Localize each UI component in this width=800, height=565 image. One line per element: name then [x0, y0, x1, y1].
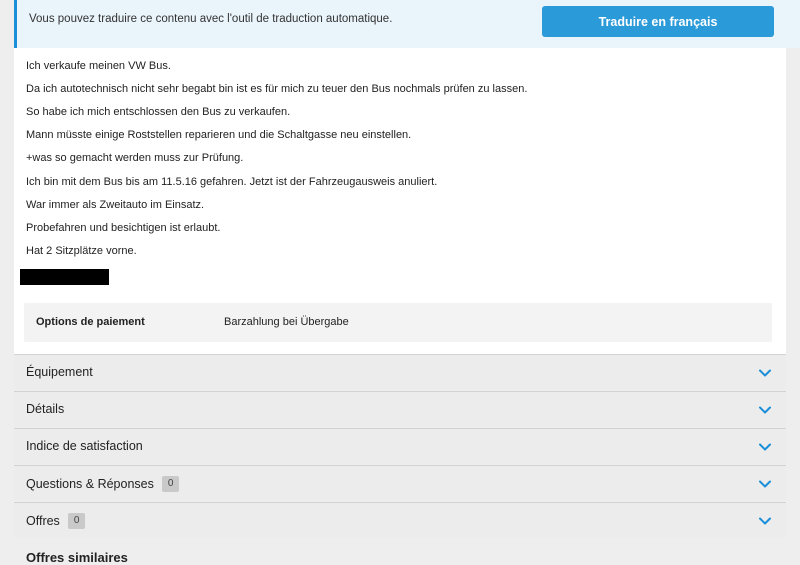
- section-satisfaction[interactable]: Indice de satisfaction: [14, 428, 786, 464]
- listing-description: Ich verkaufe meinen VW Bus. Da ich autot…: [14, 48, 786, 354]
- chevron-down-icon[interactable]: [758, 514, 772, 528]
- similar-offers-heading: Offres similaires: [26, 550, 128, 565]
- payment-options-label: Options de paiement: [36, 316, 145, 328]
- description-line: +was so gemacht werden muss zur Prüfung.: [26, 152, 244, 164]
- description-line: So habe ich mich entschlossen den Bus zu…: [26, 106, 291, 118]
- description-line: Da ich autotechnisch nicht sehr begabt b…: [26, 83, 528, 95]
- translation-message: Vous pouvez traduire ce contenu avec l'o…: [29, 13, 393, 25]
- redacted-block: [20, 269, 109, 285]
- payment-options-row: Options de paiement Barzahlung bei Überg…: [24, 303, 772, 342]
- description-line: Ich bin mit dem Bus bis am 11.5.16 gefah…: [26, 176, 438, 188]
- description-line: Hat 2 Sitzplätze vorne.: [26, 245, 137, 257]
- section-questions-answers[interactable]: Questions & Réponses 0: [14, 465, 786, 501]
- chevron-down-icon[interactable]: [758, 477, 772, 491]
- description-line: War immer als Zweitauto im Einsatz.: [26, 199, 205, 211]
- description-line: Mann müsste einige Roststellen repariere…: [26, 129, 412, 141]
- description-line: Probefahren und besichtigen ist erlaubt.: [26, 222, 221, 234]
- section-offers-label: Offres 0: [26, 513, 86, 529]
- chevron-down-icon[interactable]: [758, 440, 772, 454]
- section-qa-label: Questions & Réponses 0: [26, 476, 180, 492]
- qa-count-badge: 0: [161, 476, 180, 492]
- chevron-down-icon[interactable]: [758, 403, 772, 417]
- payment-options-value: Barzahlung bei Übergabe: [224, 316, 349, 328]
- chevron-down-icon[interactable]: [758, 366, 772, 380]
- section-equipment[interactable]: Équipement: [14, 354, 786, 390]
- translate-button[interactable]: Traduire en français: [542, 6, 774, 37]
- section-equipment-label: Équipement: [26, 365, 93, 379]
- section-offers[interactable]: Offres 0: [14, 502, 786, 538]
- section-details[interactable]: Détails: [14, 391, 786, 427]
- description-line: Ich verkaufe meinen VW Bus.: [26, 60, 171, 72]
- section-satisfaction-label: Indice de satisfaction: [26, 439, 143, 453]
- offers-count-badge: 0: [67, 513, 86, 529]
- translation-banner: Vous pouvez traduire ce contenu avec l'o…: [14, 0, 800, 48]
- section-details-label: Détails: [26, 402, 65, 416]
